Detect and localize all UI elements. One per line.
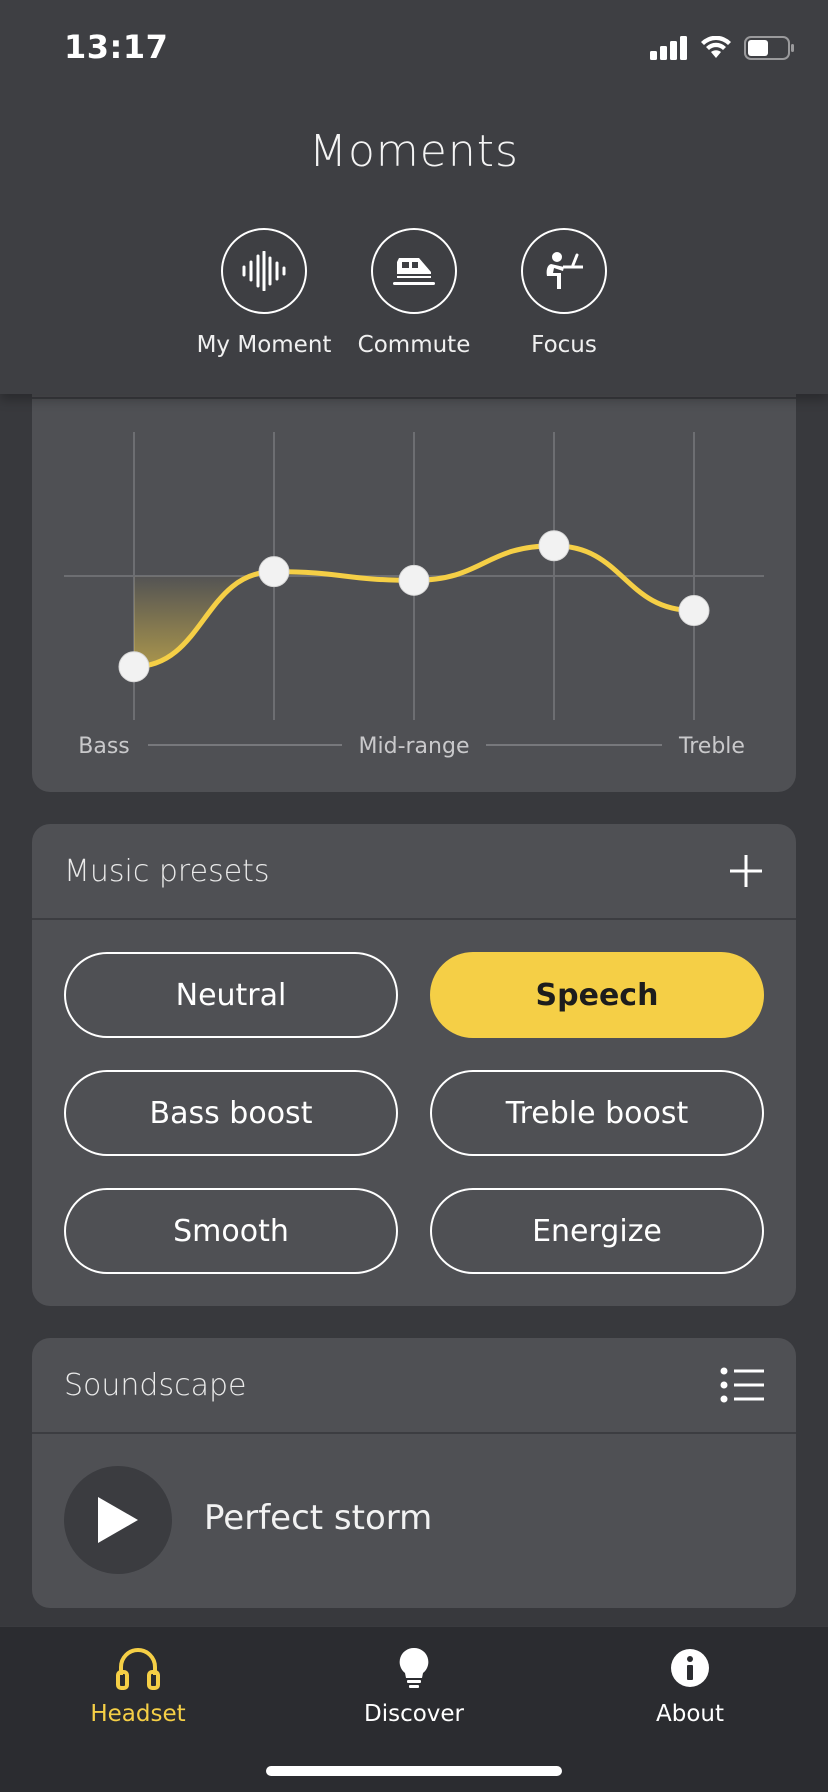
signal-icon [650, 36, 687, 60]
eq-handle-1[interactable] [118, 651, 150, 683]
tab-bar: Headset Discover About [0, 1626, 828, 1792]
lightbulb-icon [399, 1647, 429, 1688]
tab-label: About [655, 1701, 724, 1727]
equalizer-graph[interactable]: Bass Mid-range Treble [32, 360, 796, 792]
moment-focus[interactable]: Focus [484, 228, 644, 358]
wifi-icon [701, 36, 731, 58]
moment-commute[interactable]: Commute [334, 228, 494, 358]
preset-neutral[interactable]: Neutral [64, 952, 398, 1038]
eq-handle-2[interactable] [258, 556, 290, 588]
soundscape-card: Soundscape Perfect storm [32, 1338, 796, 1608]
headphones-icon [116, 1648, 160, 1690]
plus-icon[interactable] [728, 853, 764, 889]
play-button[interactable] [64, 1466, 172, 1574]
music-presets-card: Music presets Neutral Speech Bass boost … [32, 824, 796, 1306]
moment-label: My Moment [196, 332, 332, 358]
eq-label-bass: Bass [78, 734, 130, 759]
preset-bass-boost[interactable]: Bass boost [64, 1070, 398, 1156]
battery-icon [744, 36, 794, 60]
moments-header: 13:17 Moments My Moment Commute Focus [0, 0, 828, 394]
eq-handle-4[interactable] [538, 530, 570, 562]
preset-smooth[interactable]: Smooth [64, 1188, 398, 1274]
page-title: Moments [309, 126, 519, 177]
train-icon [393, 258, 435, 285]
preset-energize[interactable]: Energize [430, 1188, 764, 1274]
presets-header: Music presets [32, 824, 796, 920]
desk-worker-icon [546, 252, 583, 289]
eq-handle-5[interactable] [678, 595, 710, 627]
moment-label: Focus [531, 332, 597, 358]
moment-label: Commute [357, 332, 471, 358]
status-time: 13:17 [64, 28, 169, 66]
list-icon[interactable] [720, 1367, 764, 1403]
tab-label: Discover [363, 1701, 465, 1727]
eq-label-treble: Treble [678, 734, 745, 759]
eq-label-mid: Mid-range [359, 734, 470, 759]
moment-my-moment[interactable]: My Moment [184, 228, 344, 358]
home-indicator [266, 1766, 562, 1776]
tab-about[interactable]: About [590, 1643, 790, 1727]
preset-treble-boost[interactable]: Treble boost [430, 1070, 764, 1156]
soundscape-title: Soundscape [64, 1367, 247, 1403]
presets-title: Music presets [64, 853, 270, 889]
soundscape-row: Perfect storm [32, 1434, 796, 1606]
soundscape-header: Soundscape [32, 1338, 796, 1434]
soundscape-track: Perfect storm [204, 1498, 433, 1538]
status-icons [650, 36, 794, 60]
tab-discover[interactable]: Discover [314, 1643, 514, 1727]
soundwave-icon [242, 251, 286, 291]
play-icon [98, 1497, 138, 1543]
equalizer-card: Bass Mid-range Treble [32, 360, 796, 792]
status-bar: 13:17 [0, 0, 828, 100]
preset-speech[interactable]: Speech [430, 952, 764, 1038]
tab-label: Headset [90, 1701, 186, 1727]
tab-headset[interactable]: Headset [38, 1643, 238, 1727]
info-icon [671, 1649, 709, 1687]
eq-handle-3[interactable] [398, 564, 430, 596]
